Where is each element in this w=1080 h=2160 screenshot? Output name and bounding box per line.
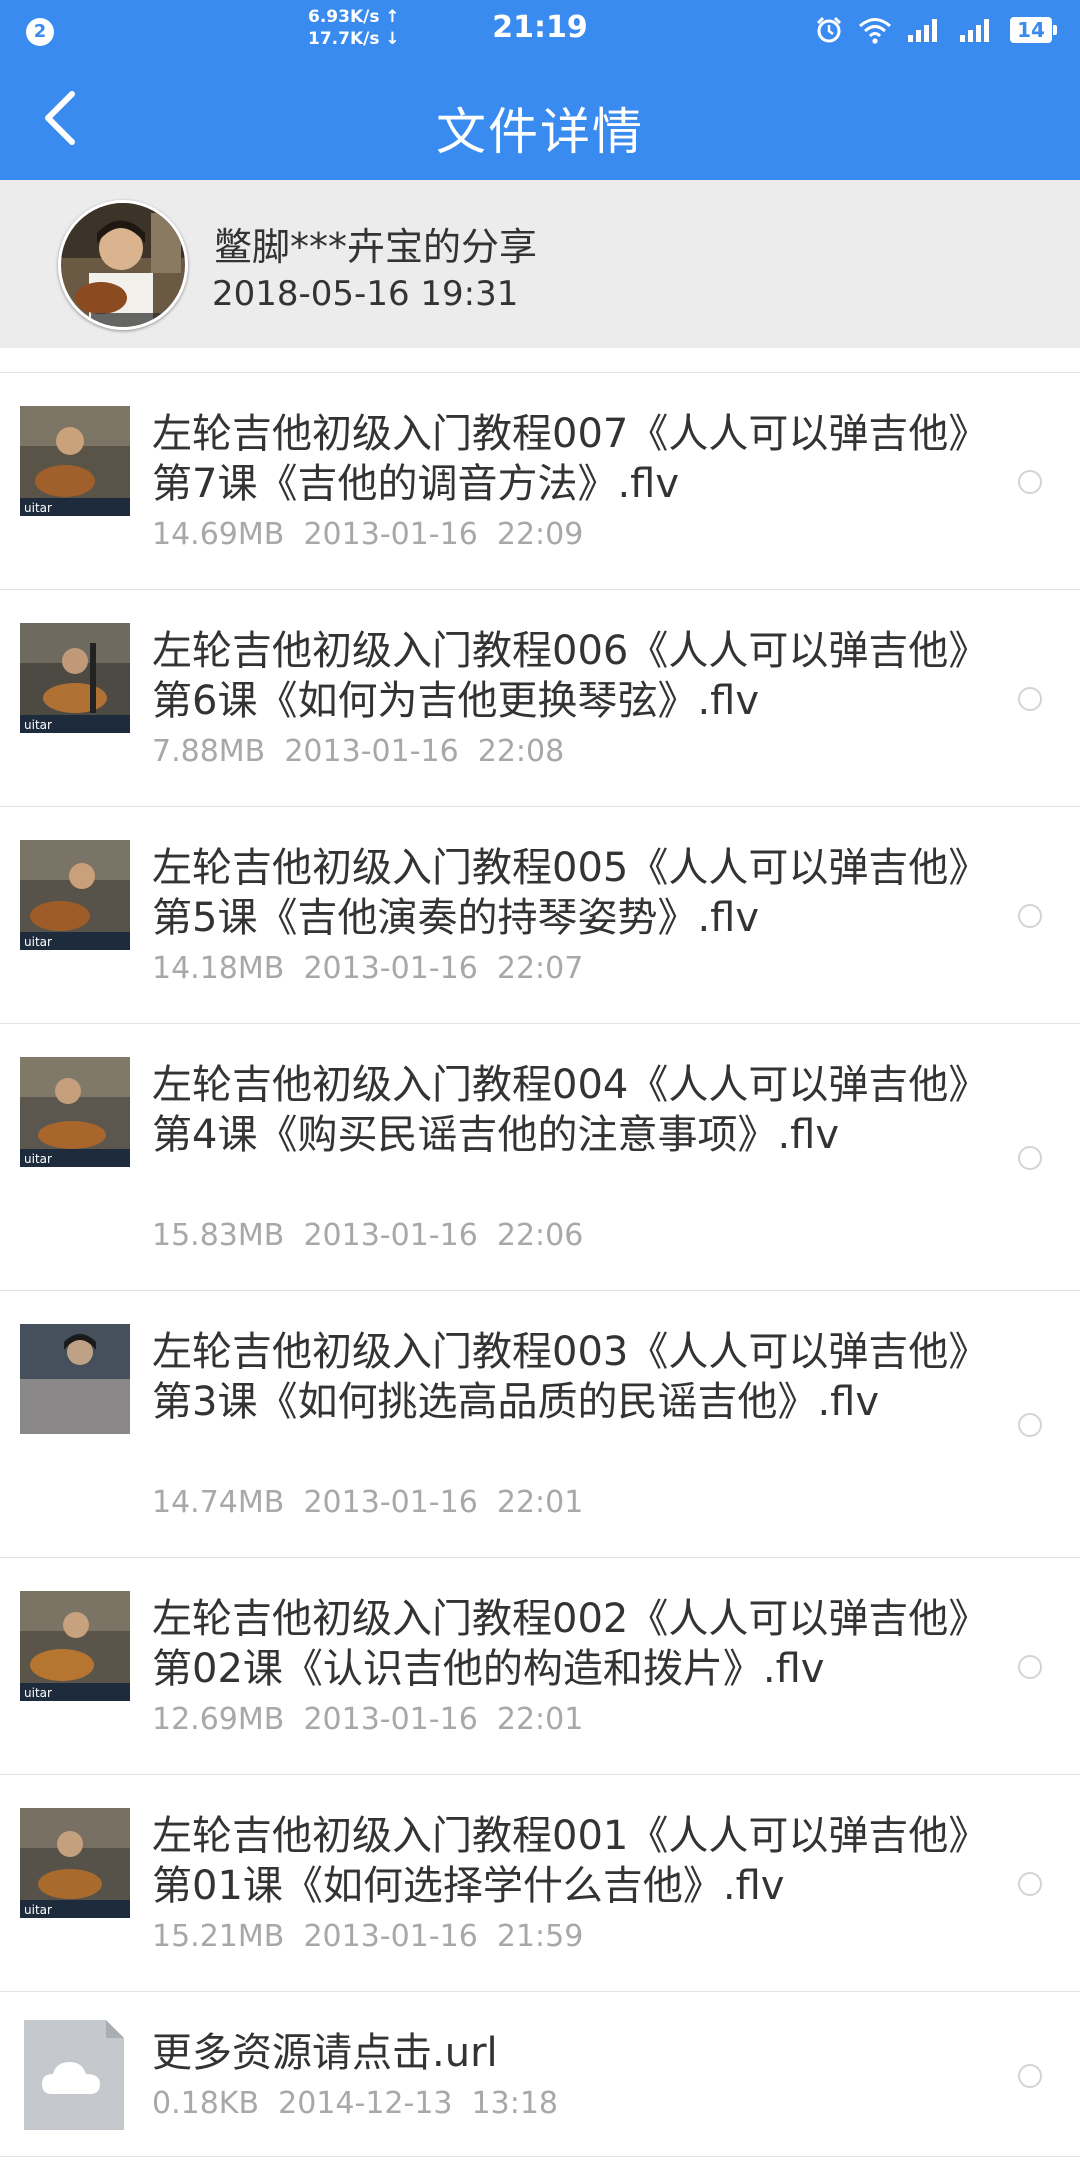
svg-text:uitar: uitar — [24, 501, 52, 515]
file-meta: 15.83MB 2013-01-16 22:06 — [152, 1218, 583, 1253]
file-meta: 14.74MB 2013-01-16 22:01 — [152, 1485, 583, 1520]
file-size: 14.18MB — [152, 951, 285, 986]
list-item[interactable]: 更多资源请点击.url 0.18KB 2014-12-13 13:18 — [0, 1992, 1080, 2157]
file-name: 左轮吉他初级入门教程002《人人可以弹吉他》第02课《认识吉他的构造和拨片》.f… — [152, 1596, 969, 1692]
file-name: 左轮吉他初级入门教程004《人人可以弹吉他》第4课《购买民谣吉他的注意事项》.f… — [152, 1062, 969, 1158]
video-thumbnail: uitar — [20, 406, 130, 516]
file-meta: 14.69MB 2013-01-16 22:09 — [152, 517, 583, 552]
video-thumbnail: uitar — [20, 623, 130, 733]
alarm-icon — [814, 15, 844, 45]
file-size: 7.88MB — [152, 734, 266, 769]
video-thumbnail: uitar — [20, 1057, 130, 1167]
signal-icon — [958, 17, 996, 43]
file-meta: 14.18MB 2013-01-16 22:07 — [152, 951, 583, 986]
file-name: 左轮吉他初级入门教程005《人人可以弹吉他》第5课《吉他演奏的持琴姿势》.flv — [152, 845, 969, 941]
select-radio[interactable] — [1018, 1872, 1042, 1896]
list-item[interactable]: uitar 左轮吉他初级入门教程001《人人可以弹吉他》第01课《如何选择学什么… — [0, 1775, 1080, 1992]
file-meta: 0.18KB 2014-12-13 13:18 — [152, 2086, 558, 2121]
file-meta: 7.88MB 2013-01-16 22:08 — [152, 734, 564, 769]
file-size: 15.83MB — [152, 1218, 285, 1253]
share-date: 2018-05-16 19:31 — [212, 274, 519, 314]
battery-indicator: 14 — [1010, 17, 1057, 43]
select-radio[interactable] — [1018, 1655, 1042, 1679]
status-bar: 2 6.93K/s ↑ 17.7K/s ↓ 21:19 14 — [0, 0, 1080, 60]
svg-text:uitar: uitar — [24, 1152, 52, 1166]
list-item[interactable]: 左轮吉他初级入门教程003《人人可以弹吉他》第3课《如何挑选高品质的民谣吉他》.… — [0, 1291, 1080, 1558]
list-item[interactable]: uitar 左轮吉他初级入门教程005《人人可以弹吉他》第5课《吉他演奏的持琴姿… — [0, 807, 1080, 1024]
file-name: 左轮吉他初级入门教程003《人人可以弹吉他》第3课《如何挑选高品质的民谣吉他》.… — [152, 1329, 969, 1425]
file-date: 2014-12-13 13:18 — [278, 2086, 559, 2121]
page-title: 文件详情 — [436, 103, 644, 161]
file-name: 左轮吉他初级入门教程007《人人可以弹吉他》第7课《吉他的调音方法》.flv — [152, 411, 969, 507]
video-thumbnail — [20, 1324, 130, 1434]
avatar[interactable] — [58, 200, 188, 330]
select-radio[interactable] — [1018, 2064, 1042, 2088]
svg-text:uitar: uitar — [24, 1903, 52, 1917]
file-date: 2013-01-16 22:08 — [284, 734, 565, 769]
sharer-name: 鳖脚***卉宝的分享 — [214, 225, 538, 269]
file-date: 2013-01-16 22:06 — [303, 1218, 584, 1253]
list-item[interactable]: uitar 左轮吉他初级入门教程004《人人可以弹吉他》第4课《购买民谣吉他的注… — [0, 1024, 1080, 1291]
select-radio[interactable] — [1018, 904, 1042, 928]
file-date: 2013-01-16 22:01 — [303, 1702, 584, 1737]
file-meta: 12.69MB 2013-01-16 22:01 — [152, 1702, 583, 1737]
video-thumbnail: uitar — [20, 1591, 130, 1701]
file-size: 12.69MB — [152, 1702, 285, 1737]
file-meta: 15.21MB 2013-01-16 21:59 — [152, 1919, 583, 1954]
select-radio[interactable] — [1018, 470, 1042, 494]
status-icons: 14 — [814, 14, 1057, 46]
file-date: 2013-01-16 22:09 — [303, 517, 584, 552]
file-date: 2013-01-16 21:59 — [303, 1919, 584, 1954]
video-thumbnail: uitar — [20, 840, 130, 950]
file-name: 更多资源请点击.url — [152, 2030, 498, 2076]
share-info: 鳖脚***卉宝的分享 2018-05-16 19:31 — [0, 180, 1080, 348]
svg-text:uitar: uitar — [24, 935, 52, 949]
file-name: 左轮吉他初级入门教程006《人人可以弹吉他》第6课《如何为吉他更换琴弦》.flv — [152, 628, 969, 724]
svg-text:uitar: uitar — [24, 718, 52, 732]
list-item[interactable]: uitar 左轮吉他初级入门教程002《人人可以弹吉他》第02课《认识吉他的构造… — [0, 1558, 1080, 1775]
file-size: 0.18KB — [152, 2086, 260, 2121]
select-radio[interactable] — [1018, 687, 1042, 711]
signal-icon — [906, 17, 944, 43]
cloud-file-icon — [20, 2020, 130, 2130]
video-thumbnail: uitar — [20, 1808, 130, 1918]
file-size: 14.69MB — [152, 517, 285, 552]
file-size: 14.74MB — [152, 1485, 285, 1520]
list-item[interactable]: uitar 左轮吉他初级入门教程006《人人可以弹吉他》第6课《如何为吉他更换琴… — [0, 590, 1080, 807]
select-radio[interactable] — [1018, 1146, 1042, 1170]
file-size: 15.21MB — [152, 1919, 285, 1954]
file-name: 左轮吉他初级入门教程001《人人可以弹吉他》第01课《如何选择学什么吉他》.fl… — [152, 1813, 969, 1909]
wifi-icon — [858, 16, 892, 44]
file-date: 2013-01-16 22:01 — [303, 1485, 584, 1520]
file-list: uitar 左轮吉他初级入门教程007《人人可以弹吉他》第7课《吉他的调音方法》… — [0, 372, 1080, 2157]
svg-text:uitar: uitar — [24, 1686, 52, 1700]
select-radio[interactable] — [1018, 1413, 1042, 1437]
file-date: 2013-01-16 22:07 — [303, 951, 584, 986]
list-item[interactable]: uitar 左轮吉他初级入门教程007《人人可以弹吉他》第7课《吉他的调音方法》… — [0, 373, 1080, 590]
app-bar: 文件详情 — [0, 60, 1080, 180]
